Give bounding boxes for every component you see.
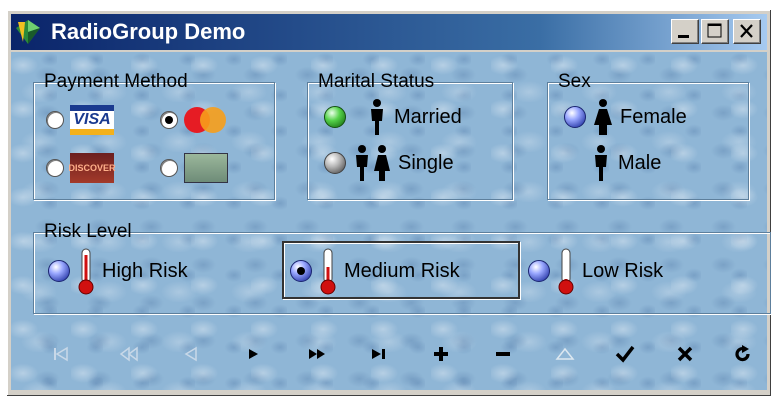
app-icon (16, 20, 40, 44)
form-client-area: Payment Method VISA DISCOVER Marital Sta… (11, 52, 771, 390)
check-icon (615, 345, 635, 363)
low-risk-label: Low Risk (582, 259, 664, 282)
first-record-icon (54, 346, 68, 362)
first-record-button[interactable] (43, 338, 79, 370)
sex-option-female[interactable]: Female (564, 99, 687, 135)
post-record-button[interactable] (607, 338, 643, 370)
delete-record-button[interactable] (485, 338, 521, 370)
couple-icon (356, 145, 390, 181)
payment-method-legend: Payment Method (44, 71, 188, 92)
thermometer-icon (78, 248, 94, 295)
prior-page-button[interactable] (111, 338, 147, 370)
married-label: Married (394, 105, 462, 128)
last-record-icon (372, 349, 385, 359)
refresh-icon (735, 345, 750, 362)
window-title: RadioGroup Demo (51, 19, 246, 44)
minimize-icon (678, 35, 689, 38)
radio-orb-blue[interactable] (48, 260, 70, 282)
payment-option-amex[interactable] (160, 153, 228, 183)
edit-record-button[interactable] (547, 338, 583, 370)
amex-card-icon (184, 153, 228, 183)
minus-icon (496, 352, 510, 356)
marital-option-single[interactable]: Single (324, 145, 454, 181)
visa-card-icon: VISA (70, 105, 114, 135)
discover-card-icon: DISCOVER (69, 153, 116, 183)
prior-page-icon (119, 346, 138, 362)
cancel-x-icon (677, 346, 693, 362)
thermometer-icon (558, 248, 574, 295)
refresh-button[interactable] (725, 338, 761, 370)
close-icon (740, 24, 753, 38)
next-page-icon (309, 349, 325, 359)
radio-button-selected[interactable] (160, 111, 178, 129)
next-page-button[interactable] (299, 338, 335, 370)
marital-status-group: Marital Status Married Single (307, 71, 513, 200)
cancel-record-button[interactable] (667, 338, 703, 370)
risk-level-group: Risk Level High Risk Medium Risk Low Ris… (33, 221, 771, 314)
payment-option-visa[interactable]: VISA (46, 105, 114, 135)
radio-orb-blue[interactable] (564, 106, 586, 128)
mastercard-icon (184, 105, 228, 135)
female-icon (594, 99, 612, 135)
last-record-button[interactable] (361, 338, 397, 370)
prior-record-button[interactable] (173, 338, 209, 370)
marital-option-married[interactable]: Married (324, 99, 462, 135)
payment-option-mastercard[interactable] (160, 105, 228, 135)
high-risk-label: High Risk (102, 259, 188, 282)
risk-level-legend: Risk Level (44, 221, 132, 242)
thermometer-icon (320, 248, 336, 295)
title-bar[interactable]: RadioGroup Demo (11, 14, 767, 50)
risk-option-high[interactable]: High Risk (48, 247, 188, 295)
next-record-icon (249, 349, 258, 359)
male-label: Male (618, 151, 662, 174)
prior-record-icon (184, 346, 197, 362)
radio-button[interactable] (46, 159, 64, 177)
radio-orb-green[interactable] (324, 106, 346, 128)
radio-button[interactable] (160, 159, 178, 177)
single-label: Single (398, 151, 454, 174)
radio-orb-selected[interactable] (290, 260, 312, 282)
sex-group: Sex Female Male (547, 71, 749, 200)
maximize-icon (707, 23, 722, 38)
edit-icon (555, 347, 575, 360)
radio-orb-gray[interactable] (324, 152, 346, 174)
medium-risk-label: Medium Risk (344, 259, 460, 282)
risk-option-low[interactable]: Low Risk (528, 247, 663, 295)
payment-option-discover[interactable]: DISCOVER (46, 153, 116, 183)
db-navigator (11, 334, 767, 374)
sex-legend: Sex (558, 71, 591, 92)
sex-option-male[interactable]: Male (590, 145, 661, 181)
maximize-button[interactable] (701, 19, 729, 44)
female-label: Female (620, 105, 687, 128)
risk-option-medium[interactable]: Medium Risk (290, 247, 460, 295)
radio-button[interactable] (46, 111, 64, 129)
insert-record-button[interactable] (423, 338, 459, 370)
minimize-button[interactable] (671, 19, 699, 44)
close-button[interactable] (733, 19, 761, 44)
male-icon (595, 145, 607, 181)
payment-method-group: Payment Method VISA DISCOVER (33, 71, 275, 200)
radio-orb-blue[interactable] (528, 260, 550, 282)
next-record-button[interactable] (235, 338, 271, 370)
marital-status-legend: Marital Status (318, 71, 435, 92)
app-window: RadioGroup Demo Payment Method VISA DISC… (6, 9, 772, 397)
person-icon (371, 99, 383, 135)
plus-icon (434, 347, 448, 361)
